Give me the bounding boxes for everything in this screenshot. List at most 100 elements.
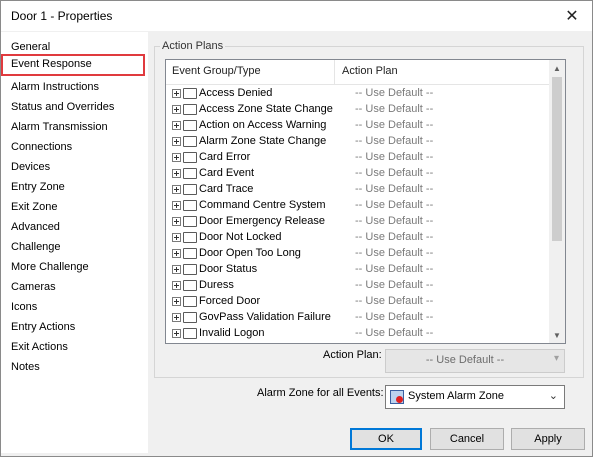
expand-icon[interactable]	[172, 217, 181, 226]
window-title: Door 1 - Properties	[11, 9, 113, 23]
column-header-action-plan[interactable]: Action Plan	[342, 65, 398, 77]
event-type-label: Access Denied	[199, 87, 273, 99]
expand-icon[interactable]	[172, 89, 181, 98]
expand-icon[interactable]	[172, 329, 181, 338]
action-plan-select[interactable]: -- Use Default -- ▾	[385, 349, 565, 373]
table-row[interactable]: Door Status -- Use Default --	[166, 262, 549, 278]
action-plan-value: -- Use Default --	[355, 119, 434, 131]
sidebar-item-cameras[interactable]: Cameras	[11, 278, 56, 296]
expand-icon[interactable]	[172, 137, 181, 146]
sidebar-item-alarm-transmission[interactable]: Alarm Transmission	[11, 118, 108, 136]
sidebar-item-connections[interactable]: Connections	[11, 138, 72, 156]
column-header-event-group[interactable]: Event Group/Type	[172, 65, 261, 77]
expand-icon[interactable]	[172, 265, 181, 274]
sidebar-item-notes[interactable]: Notes	[11, 358, 40, 376]
alarm-zone-select[interactable]: System Alarm Zone ⌄	[385, 385, 565, 409]
action-plan-value: -- Use Default --	[355, 295, 434, 307]
folder-icon	[183, 264, 197, 275]
table-row[interactable]: Alarm Zone State Change -- Use Default --	[166, 134, 549, 150]
event-type-label: Door Open Too Long	[199, 247, 301, 259]
list-header: Event Group/Type Action Plan	[166, 60, 549, 85]
table-row[interactable]: Card Event -- Use Default --	[166, 166, 549, 182]
expand-icon[interactable]	[172, 105, 181, 114]
sidebar-item-icons[interactable]: Icons	[11, 298, 37, 316]
action-plan-value: -- Use Default --	[355, 247, 434, 259]
expand-icon[interactable]	[172, 185, 181, 194]
table-row[interactable]: Access Denied -- Use Default --	[166, 86, 549, 102]
expand-icon[interactable]	[172, 297, 181, 306]
table-row[interactable]: Card Trace -- Use Default --	[166, 182, 549, 198]
folder-icon	[183, 104, 197, 115]
action-plans-group-label: Action Plans	[160, 40, 226, 52]
cancel-button[interactable]: Cancel	[430, 428, 504, 450]
table-row[interactable]: Card Error -- Use Default --	[166, 150, 549, 166]
sidebar-item-devices[interactable]: Devices	[11, 158, 50, 176]
action-plan-select-value: -- Use Default --	[425, 354, 505, 366]
table-row[interactable]: GovPass Validation Failure -- Use Default…	[166, 310, 549, 326]
close-icon[interactable]: ✕	[552, 1, 592, 31]
sidebar-item-entry-actions[interactable]: Entry Actions	[11, 318, 75, 336]
table-row[interactable]: Invalid Logon -- Use Default --	[166, 326, 549, 342]
table-row[interactable]: Door Open Too Long -- Use Default --	[166, 246, 549, 262]
table-row[interactable]: Action on Access Warning -- Use Default -…	[166, 118, 549, 134]
sidebar-item-more-challenge[interactable]: More Challenge	[11, 258, 89, 276]
event-type-label: Access Zone State Change	[199, 103, 333, 115]
expand-icon[interactable]	[172, 121, 181, 130]
alarm-zone-select-value: System Alarm Zone	[408, 390, 504, 402]
sidebar-item-status-and-overrides[interactable]: Status and Overrides	[11, 98, 114, 116]
event-type-label: Forced Door	[199, 295, 261, 307]
expand-icon[interactable]	[172, 281, 181, 290]
expand-icon[interactable]	[172, 201, 181, 210]
table-row[interactable]: Door Emergency Release -- Use Default --	[166, 214, 549, 230]
table-row[interactable]: Forced Door -- Use Default --	[166, 294, 549, 310]
action-plan-label: Action Plan:	[323, 349, 382, 361]
event-type-label: Duress	[199, 279, 234, 291]
table-row[interactable]: Access Zone State Change -- Use Default -…	[166, 102, 549, 118]
scroll-down-icon[interactable]: ▼	[549, 327, 565, 343]
action-plan-value: -- Use Default --	[355, 151, 434, 163]
event-type-label: Card Event	[199, 167, 255, 179]
folder-icon	[183, 248, 197, 259]
event-type-label: Door Not Locked	[199, 231, 282, 243]
event-type-label: Action on Access Warning	[199, 119, 327, 131]
ok-button[interactable]: OK	[350, 428, 422, 450]
folder-icon	[183, 312, 197, 323]
vertical-scrollbar[interactable]: ▲ ▼	[549, 60, 565, 343]
column-separator[interactable]	[334, 60, 335, 84]
folder-icon	[183, 152, 197, 163]
sidebar-item-advanced[interactable]: Advanced	[11, 218, 60, 236]
event-type-label: Card Error	[199, 151, 251, 163]
event-list[interactable]: Event Group/Type Action Plan Access Deni…	[165, 59, 566, 344]
table-row[interactable]: Duress -- Use Default --	[166, 278, 549, 294]
sidebar-item-entry-zone[interactable]: Entry Zone	[11, 178, 65, 196]
sidebar-item-alarm-instructions[interactable]: Alarm Instructions	[11, 78, 99, 96]
apply-button[interactable]: Apply	[511, 428, 585, 450]
scroll-up-icon[interactable]: ▲	[549, 60, 565, 76]
sidebar: General Event Response Alarm Instruction…	[1, 32, 148, 453]
event-type-label: Alarm Zone State Change	[199, 135, 327, 147]
chevron-down-icon: ▾	[553, 353, 559, 364]
scroll-thumb[interactable]	[552, 77, 562, 241]
event-type-label: GovPass Validation Failure	[199, 311, 331, 323]
sidebar-item-challenge[interactable]: Challenge	[11, 238, 61, 256]
folder-icon	[183, 184, 197, 195]
table-row[interactable]: Command Centre System -- Use Default --	[166, 198, 549, 214]
sidebar-item-exit-zone[interactable]: Exit Zone	[11, 198, 57, 216]
sidebar-item-exit-actions[interactable]: Exit Actions	[11, 338, 68, 356]
expand-icon[interactable]	[172, 249, 181, 258]
expand-icon[interactable]	[172, 153, 181, 162]
event-type-label: Door Status	[199, 263, 258, 275]
action-plan-value: -- Use Default --	[355, 183, 434, 195]
action-plan-value: -- Use Default --	[355, 135, 434, 147]
action-plan-value: -- Use Default --	[355, 231, 434, 243]
folder-icon	[183, 136, 197, 147]
expand-icon[interactable]	[172, 169, 181, 178]
event-type-label: Card Trace	[199, 183, 254, 195]
expand-icon[interactable]	[172, 313, 181, 322]
event-type-label: Command Centre System	[199, 199, 326, 211]
table-row[interactable]: Door Not Locked -- Use Default --	[166, 230, 549, 246]
expand-icon[interactable]	[172, 233, 181, 242]
event-type-label: Invalid Logon	[199, 327, 265, 339]
sidebar-item-event-response[interactable]: Event Response	[1, 54, 145, 76]
action-plan-value: -- Use Default --	[355, 167, 434, 179]
